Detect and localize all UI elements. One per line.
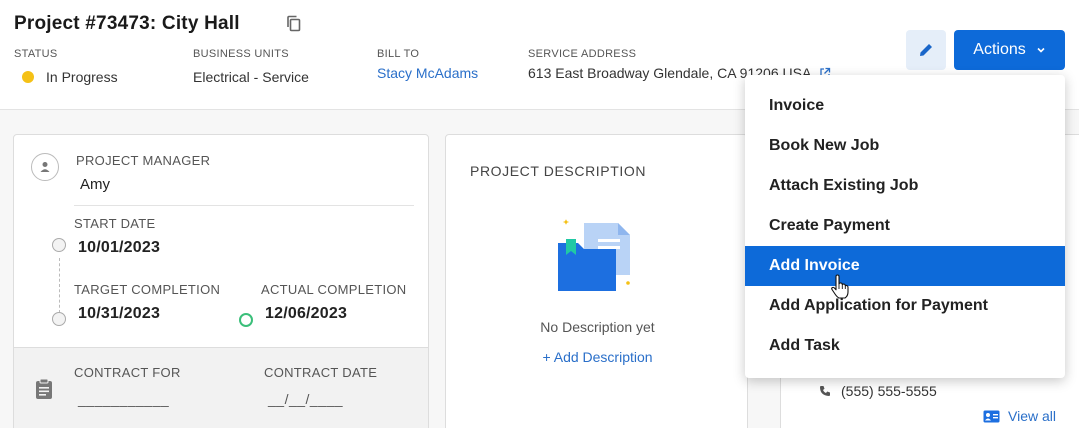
business-units-value: Electrical - Service [193, 69, 309, 85]
project-manager-label: PROJECT MANAGER [76, 153, 211, 168]
completion-dot-icon [239, 313, 253, 327]
view-all-label: View all [1008, 408, 1056, 424]
business-units-field: BUSINESS UNITS Electrical - Service [193, 48, 309, 85]
target-completion-value: 10/31/2023 [78, 305, 161, 322]
menu-item-add-task[interactable]: Add Task [745, 326, 1065, 366]
menu-item-attach-existing-job[interactable]: Attach Existing Job [745, 166, 1065, 206]
actions-button-label: Actions [973, 41, 1026, 58]
phone-icon [820, 386, 830, 396]
menu-item-add-application-for-payment[interactable]: Add Application for Payment [745, 286, 1065, 326]
menu-item-book-new-job[interactable]: Book New Job [745, 126, 1065, 166]
bill-to-link[interactable]: Stacy McAdams [377, 65, 478, 81]
actions-button[interactable]: Actions [954, 30, 1065, 70]
add-description-link[interactable]: + Add Description [446, 349, 749, 365]
copy-icon[interactable] [286, 15, 302, 33]
contract-for-value: ___________ [78, 391, 170, 407]
actions-dropdown-menu: Invoice Book New Job Attach Existing Job… [745, 75, 1065, 378]
menu-item-create-payment[interactable]: Create Payment [745, 206, 1065, 246]
status-value: In Progress [46, 69, 118, 85]
contract-date-label: CONTRACT DATE [264, 365, 378, 380]
start-date-label: START DATE [74, 216, 156, 231]
contact-phone: (555) 555-5555 [841, 383, 937, 399]
pencil-icon [920, 44, 932, 56]
status-dot-icon [22, 71, 34, 83]
menu-item-invoice[interactable]: Invoice [745, 86, 1065, 126]
project-details-card: PROJECT MANAGER Amy START DATE 10/01/202… [13, 134, 429, 428]
chevron-down-icon [1037, 47, 1045, 53]
project-manager-value: Amy [80, 176, 110, 193]
bill-to-label: BILL TO [377, 48, 420, 60]
project-description-title: PROJECT DESCRIPTION [470, 163, 647, 179]
divider [74, 205, 414, 206]
status-field: STATUS In Progress [14, 48, 118, 85]
contract-for-label: CONTRACT FOR [74, 365, 181, 380]
business-units-label: BUSINESS UNITS [193, 48, 289, 60]
timeline-dot [52, 238, 66, 252]
folder-document-icon [558, 219, 630, 291]
target-completion-label: TARGET COMPLETION [74, 282, 221, 297]
clipboard-icon [36, 378, 52, 399]
timeline-line [59, 258, 60, 313]
edit-button[interactable] [906, 30, 946, 70]
menu-item-add-invoice[interactable]: Add Invoice [745, 246, 1065, 286]
person-icon [31, 153, 59, 181]
status-label: STATUS [14, 48, 58, 60]
page-title: Project #73473: City Hall [14, 13, 240, 34]
hand-cursor-icon [831, 274, 849, 299]
contract-section: CONTRACT FOR ___________ CONTRACT DATE _… [14, 347, 428, 428]
timeline-dot [52, 312, 66, 326]
bill-to-field: BILL TO Stacy McAdams [377, 48, 478, 81]
project-description-card: PROJECT DESCRIPTION No Description yet +… [445, 134, 748, 428]
contact-card-icon [983, 410, 1000, 422]
actual-completion-label: ACTUAL COMPLETION [261, 282, 407, 297]
service-address-label: SERVICE ADDRESS [528, 48, 637, 60]
view-all-link[interactable]: View all [983, 408, 1056, 424]
actual-completion-value: 12/06/2023 [265, 305, 348, 322]
contract-date-value: __/__/____ [268, 391, 344, 407]
empty-description-text: No Description yet [540, 319, 655, 335]
start-date-value: 10/01/2023 [78, 239, 161, 256]
